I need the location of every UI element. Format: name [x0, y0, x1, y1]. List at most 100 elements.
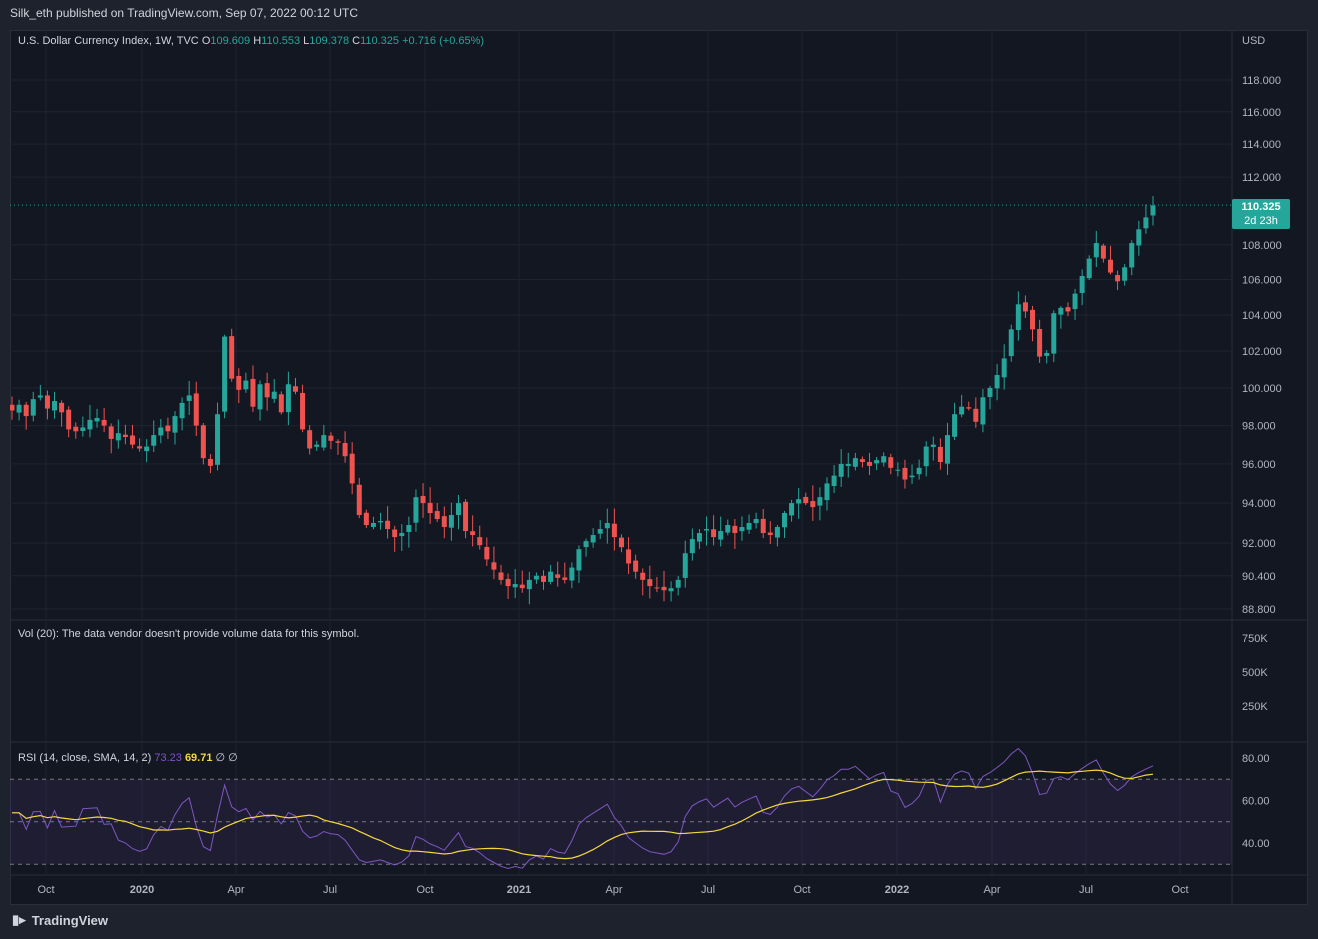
candle-body: [370, 523, 376, 527]
candle-body: [257, 384, 263, 410]
candle-body: [1093, 243, 1099, 258]
candle-body: [718, 531, 724, 540]
time-tick-label: 2021: [507, 884, 531, 896]
candle-body: [94, 417, 100, 422]
candle-body: [1022, 302, 1028, 312]
price-tick-label: 98.000: [1242, 421, 1276, 433]
candle-body: [455, 503, 461, 516]
candle-body: [874, 460, 880, 464]
candle-body: [300, 392, 306, 430]
candle-body: [711, 529, 717, 538]
candle-body: [1143, 217, 1149, 229]
candle-body: [604, 523, 610, 529]
candle-body: [569, 567, 575, 581]
candle-body: [1079, 276, 1085, 293]
candle-body: [817, 497, 823, 506]
publisher-line: Silk_eth published on TradingView.com, S…: [10, 6, 358, 20]
candle-body: [867, 462, 873, 466]
candle-body: [618, 537, 624, 548]
candle-body: [463, 501, 469, 532]
candle-body: [1122, 267, 1128, 281]
candle-body: [108, 426, 114, 439]
price-tick-label: 94.000: [1242, 498, 1276, 510]
candle-body: [101, 419, 107, 426]
candle-body: [1037, 328, 1043, 357]
volume-legend: Vol (20): The data vendor doesn't provid…: [18, 628, 360, 640]
candle-body: [441, 516, 447, 528]
candle-body: [222, 336, 228, 412]
volume-tick-label: 250K: [1242, 701, 1268, 713]
candle-body: [796, 499, 802, 504]
candle-body: [704, 529, 710, 531]
candle-body: [186, 395, 192, 401]
price-tick-label: 108.000: [1242, 240, 1282, 252]
price-tick-label: 90.400: [1242, 571, 1276, 583]
candle-body: [930, 444, 936, 447]
rsi-sma-value: 69.71: [184, 752, 213, 764]
candle-body: [541, 575, 547, 582]
candle-body: [378, 521, 384, 523]
candle-body: [562, 577, 568, 580]
rsi-pane: [10, 747, 1232, 870]
candle-body: [470, 531, 476, 536]
candle-body: [129, 435, 135, 445]
candle-body: [909, 475, 915, 478]
candle-body: [590, 535, 596, 543]
candle-body: [1150, 205, 1156, 216]
candle-body: [831, 475, 837, 486]
candle-body: [484, 546, 490, 560]
candle-body: [1072, 293, 1078, 310]
price-tick-label: 100.000: [1242, 383, 1282, 395]
candle-body: [420, 495, 426, 504]
candle-body: [1030, 309, 1036, 330]
symbol-title: U.S. Dollar Currency Index, 1W, TVC: [18, 35, 199, 47]
candle-body: [803, 496, 809, 504]
candle-body: [548, 571, 554, 582]
candle-body: [902, 467, 908, 480]
candle-body: [314, 444, 320, 447]
price-tick-label: 106.000: [1242, 275, 1282, 287]
low-value: 109.378: [309, 35, 350, 47]
candle-body: [413, 497, 419, 523]
candle-body: [236, 375, 242, 390]
candle-body: [307, 430, 313, 449]
candle-body: [37, 395, 43, 398]
candle-body: [1001, 358, 1007, 378]
candle-body: [944, 435, 950, 464]
candle-body: [392, 529, 398, 538]
tradingview-logo-icon: ▮▸: [12, 912, 26, 927]
candle-body: [278, 394, 284, 413]
candle-body: [555, 574, 561, 578]
candle-body: [342, 443, 348, 457]
time-tick-label: Jul: [1079, 884, 1093, 896]
candle-body: [668, 588, 674, 592]
time-tick-label: 2022: [885, 884, 909, 896]
candle-body: [767, 532, 773, 536]
candle-body: [158, 427, 164, 436]
candle-body: [243, 380, 249, 390]
candle-body: [356, 484, 362, 516]
time-tick-label: Jul: [323, 884, 337, 896]
candle-body: [363, 512, 369, 526]
candle-body: [115, 433, 121, 441]
price-tick-label: 102.000: [1242, 346, 1282, 358]
price-tick-label: 88.800: [1242, 604, 1276, 616]
bar-countdown: 2d 23h: [1244, 215, 1278, 227]
footer-brand[interactable]: TradingView: [32, 913, 108, 928]
candle-body: [321, 435, 327, 448]
candle-body: [923, 446, 929, 467]
candle-body: [427, 502, 433, 514]
candle-body: [172, 416, 178, 433]
rsi-extra: ∅ ∅: [215, 752, 238, 764]
candle-body: [966, 407, 972, 409]
chart-canvas[interactable]: 118.000 116.000 114.000 112.000 108.000 106.0…: [10, 30, 1308, 905]
candle-body: [512, 584, 518, 588]
candle-body: [179, 402, 185, 419]
candle-body: [626, 549, 632, 564]
candle-body: [165, 425, 171, 432]
candle-body: [881, 456, 887, 463]
candle-body: [640, 572, 646, 580]
candle-body: [937, 446, 943, 462]
candle-body: [66, 409, 72, 430]
candle-body: [583, 541, 589, 548]
